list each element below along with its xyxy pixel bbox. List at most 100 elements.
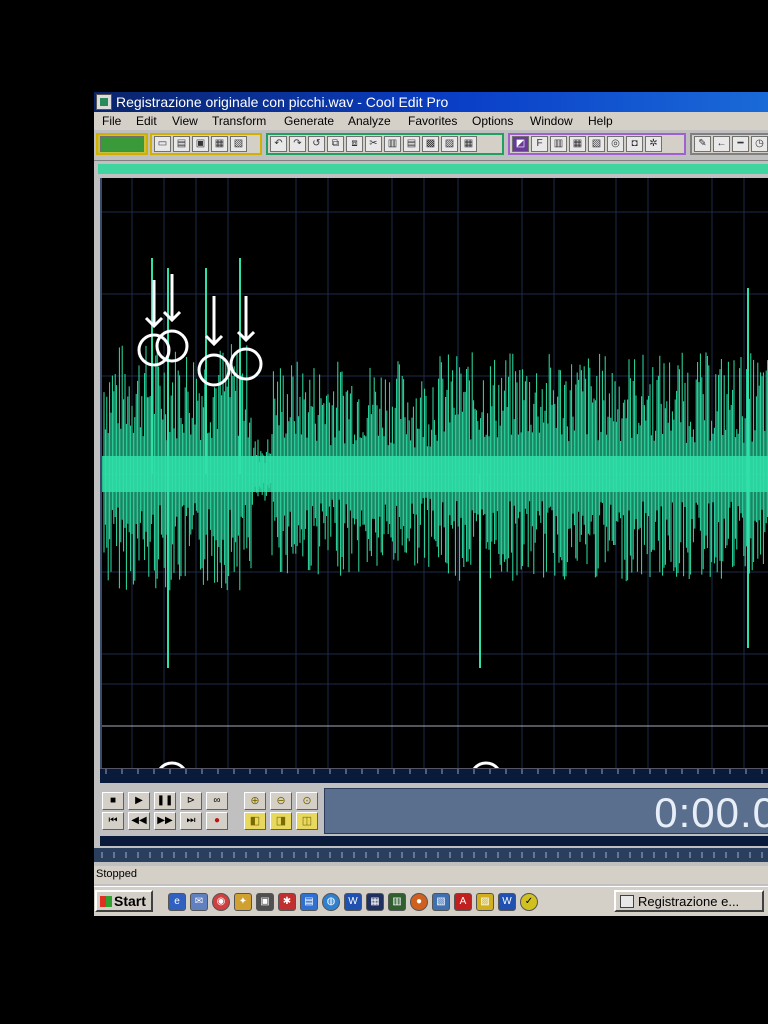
waveform-core	[102, 456, 768, 492]
menu-edit[interactable]: Edit	[136, 114, 157, 128]
quick-launch-desktop-icon[interactable]: ▣	[256, 893, 274, 911]
menu-view[interactable]: View	[172, 114, 198, 128]
new-file-icon[interactable]: ▭	[154, 136, 171, 152]
quick-launch-mail-icon[interactable]: ✉	[190, 893, 208, 911]
back-icon[interactable]: ←	[713, 136, 730, 152]
time-readout: 0:00.0	[654, 789, 768, 836]
toolbar-mode-group	[96, 133, 148, 155]
minus-icon[interactable]: ━	[732, 136, 749, 152]
go-to-end-button[interactable]: ⏭	[180, 812, 202, 830]
peak-arrow	[144, 280, 164, 329]
peak-circle	[155, 329, 189, 363]
app-icon[interactable]	[96, 94, 112, 110]
waveform-view-icon[interactable]: ▥	[550, 136, 567, 152]
undo-icon[interactable]: ↶	[270, 136, 287, 152]
start-label: Start	[114, 893, 146, 909]
save-icon[interactable]: ▣	[192, 136, 209, 152]
quick-launch-word2-icon[interactable]: W	[498, 893, 516, 911]
menu-transform[interactable]: Transform	[212, 114, 266, 128]
quick-launch-monitor-icon[interactable]: ▦	[366, 893, 384, 911]
taskbar-item-cooledit[interactable]: Registrazione e...	[614, 890, 764, 912]
cut-icon[interactable]: ✂	[365, 136, 382, 152]
menu-options[interactable]: Options	[472, 114, 513, 128]
status-text: Stopped	[96, 868, 137, 880]
mix-paste-icon[interactable]: ▩	[422, 136, 439, 152]
quick-launch-doc-icon[interactable]: ▤	[300, 893, 318, 911]
record-button[interactable]: ●	[206, 812, 228, 830]
quick-launch-acrobat-icon[interactable]: A	[454, 893, 472, 911]
waveform-samples	[102, 258, 768, 668]
multitrack-toggle-button[interactable]	[100, 136, 144, 152]
paste-icon[interactable]: ▥	[384, 136, 401, 152]
go-to-start-button[interactable]: ⏮	[102, 812, 124, 830]
fast-forward-button[interactable]: ▶▶	[154, 812, 176, 830]
menu-file[interactable]: File	[102, 114, 121, 128]
settings-icon[interactable]: ✲	[645, 136, 662, 152]
overview-bar[interactable]	[98, 164, 768, 174]
peak-circle	[229, 347, 263, 381]
peak-arrow	[162, 274, 182, 323]
quick-launch-ie-icon[interactable]: e	[168, 893, 186, 911]
quick-launch-word-icon[interactable]: W	[344, 893, 362, 911]
stop-button[interactable]: ■	[102, 792, 124, 810]
peak-arrow	[204, 296, 224, 347]
pencil-icon[interactable]: ✎	[694, 136, 711, 152]
rewind-button[interactable]: ◀◀	[128, 812, 150, 830]
zoom-right-icon[interactable]: ◨	[270, 812, 292, 830]
quick-launch-bug-icon[interactable]: ✱	[278, 893, 296, 911]
copy-new-icon[interactable]: ⧈	[346, 136, 363, 152]
paste-new-icon[interactable]: ▤	[403, 136, 420, 152]
taskbar: Start e ✉ ◉ ✦ ▣ ✱ ▤ ◍ W ▦ ▥ ● ▧ A ▨ W ✓ …	[94, 886, 768, 916]
toolbar-file-group: ▭ ▤ ▣ ▦ ▧	[150, 133, 262, 155]
menu-window[interactable]: Window	[530, 114, 573, 128]
level-meter-ticks	[101, 852, 763, 858]
frequency-icon[interactable]: F	[531, 136, 548, 152]
toolbar-view-group: ◩ F ▥ ▦ ▧ ◎ ◘ ✲	[508, 133, 686, 155]
trim-icon[interactable]: ▨	[441, 136, 458, 152]
quick-launch-player-icon[interactable]: ●	[410, 893, 428, 911]
repeat-icon[interactable]: ↺	[308, 136, 325, 152]
play-to-end-button[interactable]: ⊳	[180, 792, 202, 810]
quick-launch-folder-icon[interactable]: ▧	[432, 893, 450, 911]
zoom-vertical-icon[interactable]: ◫	[296, 812, 318, 830]
menu-analyze[interactable]: Analyze	[348, 114, 391, 128]
save-as-icon[interactable]: ▦	[211, 136, 228, 152]
menu-generate[interactable]: Generate	[284, 114, 334, 128]
waveform-display[interactable]	[100, 178, 768, 854]
quick-launch-cooledit-icon[interactable]: ▥	[388, 893, 406, 911]
mute-icon[interactable]: ▦	[460, 136, 477, 152]
copy-icon[interactable]: ⧉	[327, 136, 344, 152]
open-file-icon[interactable]: ▤	[173, 136, 190, 152]
menu-help[interactable]: Help	[588, 114, 613, 128]
play-button[interactable]: ▶	[128, 792, 150, 810]
time-ruler[interactable]	[100, 768, 768, 783]
start-button[interactable]: Start	[95, 890, 153, 912]
quick-launch-tool-icon[interactable]: ✦	[234, 893, 252, 911]
zoom-left-icon[interactable]: ◧	[244, 812, 266, 830]
quick-launch-globe-icon[interactable]: ◍	[322, 893, 340, 911]
close-file-icon[interactable]: ▧	[230, 136, 247, 152]
level-meter	[100, 836, 768, 846]
toolbar-edit-group: ↶ ↷ ↺ ⧉ ⧈ ✂ ▥ ▤ ▩ ▨ ▦	[266, 133, 504, 155]
quick-launch-media-icon[interactable]: ◉	[212, 893, 230, 911]
menu-favorites[interactable]: Favorites	[408, 114, 457, 128]
zoom-full-icon[interactable]: ⊙	[296, 792, 318, 810]
title-bar[interactable]: Registrazione originale con picchi.wav -…	[94, 92, 768, 112]
windows-flag-icon	[100, 896, 112, 907]
marker-icon[interactable]: ▧	[588, 136, 605, 152]
pause-button[interactable]: ❚❚	[154, 792, 176, 810]
clock-icon[interactable]: ◷	[751, 136, 768, 152]
time-ruler-ticks	[105, 769, 763, 774]
info-icon[interactable]: ◘	[626, 136, 643, 152]
spectral-view-icon[interactable]: ◩	[512, 136, 529, 152]
zoom-in-icon[interactable]: ⊕	[244, 792, 266, 810]
time-display: 0:00.0	[324, 788, 768, 836]
quick-launch-norton-icon[interactable]: ✓	[520, 893, 538, 911]
redo-icon[interactable]: ↷	[289, 136, 306, 152]
waveform-svg	[102, 178, 768, 854]
zoom-out-icon[interactable]: ⊖	[270, 792, 292, 810]
quick-launch-explorer-icon[interactable]: ▨	[476, 893, 494, 911]
snap-icon[interactable]: ◎	[607, 136, 624, 152]
loop-button[interactable]: ∞	[206, 792, 228, 810]
grid-icon[interactable]: ▦	[569, 136, 586, 152]
